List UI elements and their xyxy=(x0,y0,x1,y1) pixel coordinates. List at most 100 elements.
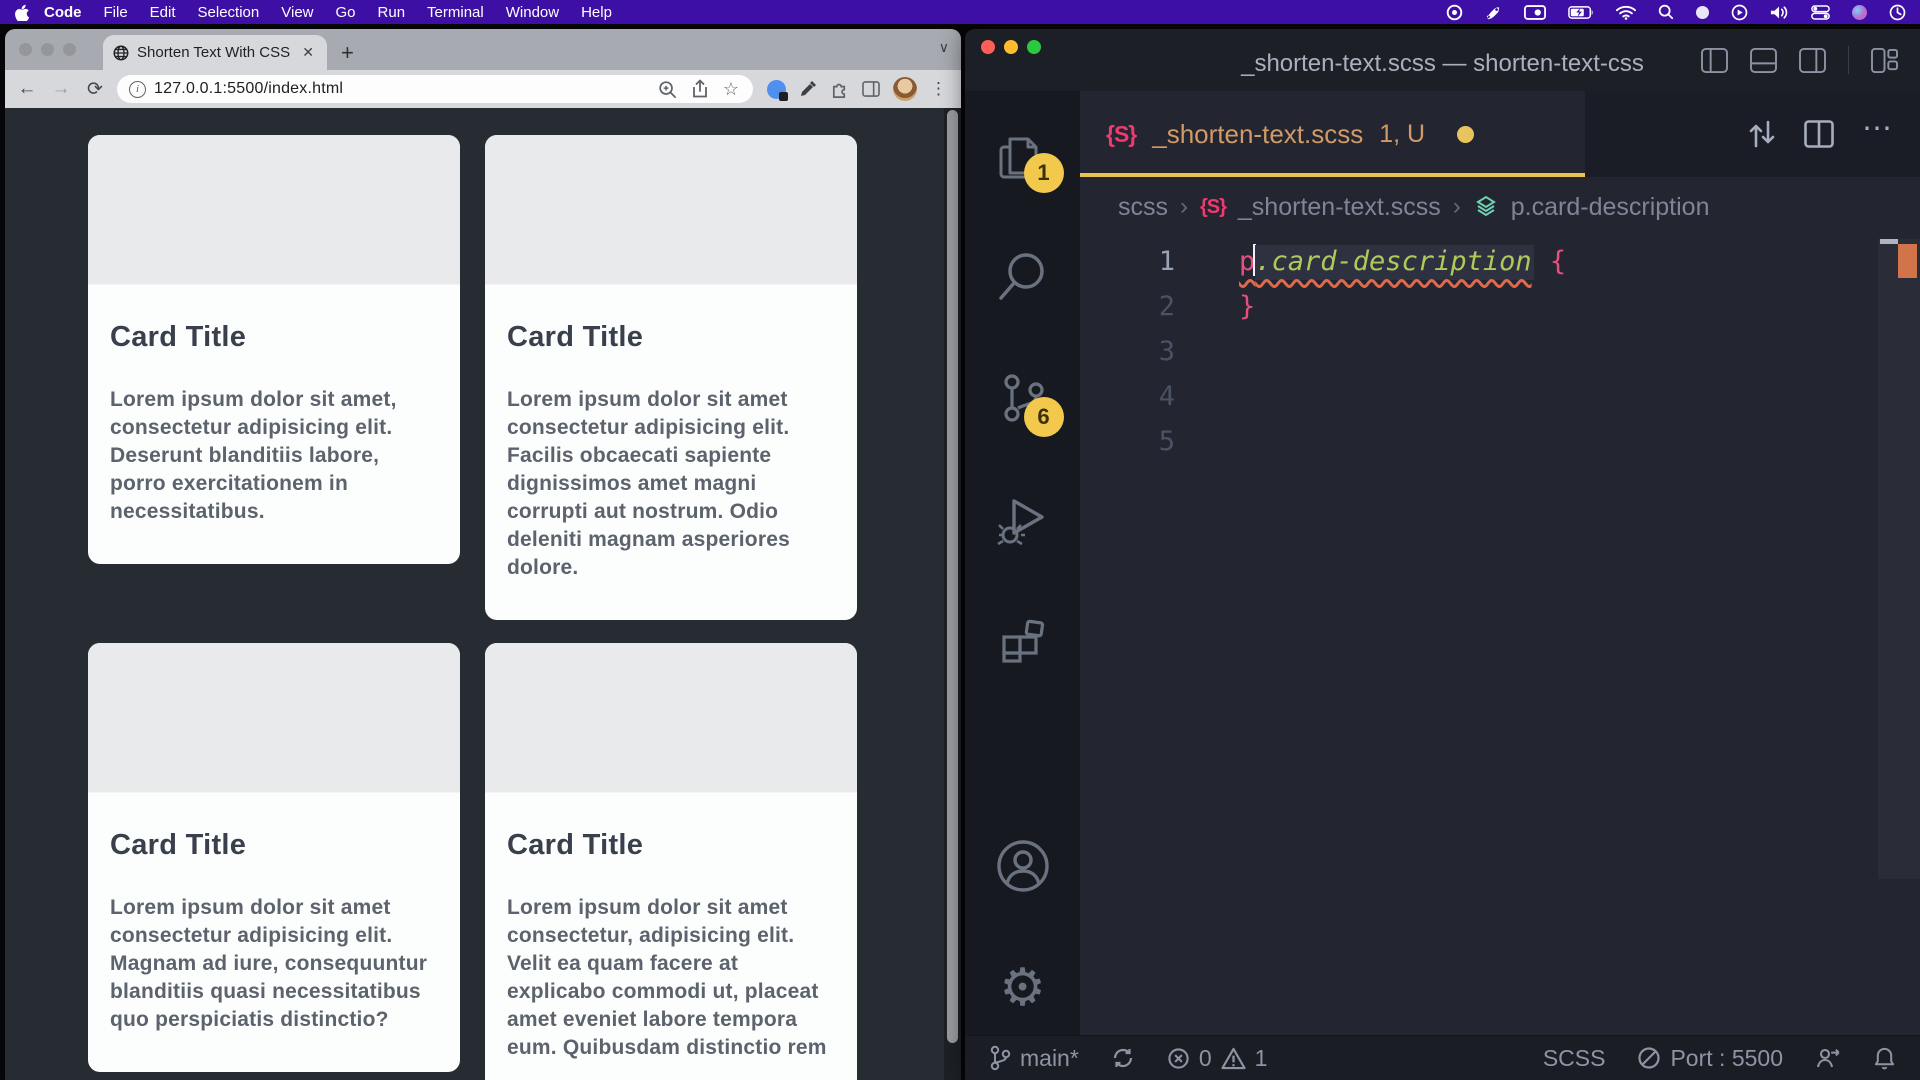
unsaved-changes-dot[interactable] xyxy=(1457,126,1474,143)
menu-item-code[interactable]: Code xyxy=(33,4,93,21)
profile-avatar[interactable] xyxy=(893,77,917,101)
zoom-page-icon[interactable] xyxy=(658,80,677,99)
site-info-icon[interactable]: i xyxy=(129,81,146,98)
control-center-icon[interactable] xyxy=(1811,5,1830,20)
sidebar-item-settings[interactable]: ⚙ xyxy=(994,959,1052,1017)
share-icon[interactable] xyxy=(691,79,709,99)
sidebar-item-search[interactable] xyxy=(994,247,1052,305)
card-2: Card Title Lorem ipsum dolor sit amet co… xyxy=(485,135,857,620)
titlebar-layout-actions xyxy=(1701,29,1898,91)
back-button[interactable]: ← xyxy=(15,78,39,100)
menu-item-view[interactable]: View xyxy=(270,4,324,21)
problems-status[interactable]: 0 1 xyxy=(1167,1045,1268,1072)
wifi-icon[interactable] xyxy=(1616,5,1636,20)
spotlight-search-icon[interactable] xyxy=(1658,4,1674,20)
close-window-button[interactable] xyxy=(19,43,32,56)
browser-window: Shorten Text With CSS ✕ + ∨ ← → ⟳ i 127.… xyxy=(5,29,961,1080)
customize-layout-icon[interactable] xyxy=(1871,48,1898,73)
close-tab-icon[interactable]: ✕ xyxy=(299,44,317,61)
breadcrumb-symbol[interactable]: p.card-description xyxy=(1511,193,1710,222)
notifications-bell-icon[interactable] xyxy=(1873,1046,1896,1071)
menu-item-run[interactable]: Run xyxy=(367,4,417,21)
overview-warning-mark xyxy=(1898,244,1917,278)
code-line-1[interactable]: 1 p.card-description { xyxy=(1080,239,1920,284)
menu-item-go[interactable]: Go xyxy=(325,4,367,21)
sidebar-item-explorer[interactable]: 1 xyxy=(994,125,1052,183)
browser-menu-icon[interactable]: ⋮ xyxy=(930,79,947,99)
clock-icon[interactable] xyxy=(1889,4,1906,21)
code-line-4[interactable]: 4 xyxy=(1080,374,1920,419)
activity-bar: 1 6 ⚙ xyxy=(965,91,1080,1035)
breadcrumb: scss › {S} _shorten-text.scss › p.card-d… xyxy=(1080,177,1920,237)
screen-mirroring-icon[interactable] xyxy=(1524,5,1546,20)
side-panel-icon[interactable] xyxy=(862,81,880,97)
card-3: Card Title Lorem ipsum dolor sit amet co… xyxy=(88,643,460,1072)
sidebar-item-extensions[interactable] xyxy=(994,613,1052,671)
breadcrumb-file[interactable]: _shorten-text.scss xyxy=(1238,193,1441,222)
code-line-2[interactable]: 2 } xyxy=(1080,284,1920,329)
menu-item-terminal[interactable]: Terminal xyxy=(416,4,495,21)
sidebar-item-account[interactable] xyxy=(994,837,1052,895)
menu-item-file[interactable]: File xyxy=(93,4,139,21)
vscode-window: _shorten-text.scss — shorten-text-css 1 … xyxy=(965,29,1920,1080)
play-circle-icon[interactable] xyxy=(1731,4,1748,21)
git-branch-status[interactable]: main* xyxy=(989,1045,1079,1072)
zoom-window-button[interactable] xyxy=(63,43,76,56)
menu-item-selection[interactable]: Selection xyxy=(187,4,271,21)
card-4-image-placeholder xyxy=(485,643,857,793)
source-control-changes-badge: 6 xyxy=(1024,397,1064,437)
language-mode[interactable]: SCSS xyxy=(1543,1045,1606,1072)
open-brace-token: { xyxy=(1534,246,1567,277)
menu-item-help[interactable]: Help xyxy=(570,4,623,21)
page-scrollbar-thumb[interactable] xyxy=(947,110,958,1043)
toggle-primary-sidebar-icon[interactable] xyxy=(1701,48,1728,73)
editor-tab-shorten-text[interactable]: {S} _shorten-text.scss 1, U xyxy=(1080,91,1585,177)
toggle-secondary-sidebar-icon[interactable] xyxy=(1799,48,1826,73)
card-3-description: Lorem ipsum dolor sit amet consectetur a… xyxy=(110,894,438,1034)
code-line-5[interactable]: 5 xyxy=(1080,419,1920,464)
card-3-image-placeholder xyxy=(88,643,460,793)
tab-overview-chevron-icon[interactable]: ∨ xyxy=(939,39,949,56)
record-icon[interactable] xyxy=(1446,4,1463,21)
apple-logo-icon[interactable] xyxy=(14,4,29,21)
address-bar[interactable]: i 127.0.0.1:5500/index.html ☆ xyxy=(117,75,753,103)
do-not-disturb-icon[interactable] xyxy=(1696,6,1709,19)
bookmark-star-icon[interactable]: ☆ xyxy=(723,79,739,100)
reload-button[interactable]: ⟳ xyxy=(83,78,107,101)
siri-icon[interactable] xyxy=(1852,5,1867,20)
tab-filename: _shorten-text.scss xyxy=(1152,119,1363,150)
editor-scrollbar[interactable] xyxy=(1878,239,1920,879)
colorpicker-extension-icon[interactable] xyxy=(799,80,817,98)
toggle-panel-icon[interactable] xyxy=(1750,48,1777,73)
breadcrumb-folder[interactable]: scss xyxy=(1118,193,1168,222)
url-text: 127.0.0.1:5500/index.html xyxy=(154,80,343,98)
password-extension-icon[interactable] xyxy=(767,80,786,99)
sidebar-item-run-debug[interactable] xyxy=(994,491,1052,549)
tab-git-decoration: 1, U xyxy=(1379,120,1425,149)
feedback-button[interactable] xyxy=(1815,1046,1841,1070)
menu-item-window[interactable]: Window xyxy=(495,4,570,21)
selector-class-token: .card-description xyxy=(1255,245,1533,280)
code-line-3[interactable]: 3 xyxy=(1080,329,1920,374)
split-editor-icon[interactable] xyxy=(1804,120,1834,148)
volume-icon[interactable] xyxy=(1770,5,1789,20)
live-server-port[interactable]: Port : 5500 xyxy=(1637,1045,1783,1072)
forward-button[interactable]: → xyxy=(49,78,73,100)
line-number: 3 xyxy=(1080,329,1175,374)
sidebar-item-source-control[interactable]: 6 xyxy=(994,369,1052,427)
menu-item-edit[interactable]: Edit xyxy=(139,4,187,21)
browser-tab[interactable]: Shorten Text With CSS ✕ xyxy=(103,35,327,70)
extensions-puzzle-icon[interactable] xyxy=(830,80,849,99)
more-actions-icon[interactable]: ⋯ xyxy=(1862,129,1894,139)
page-content: Card Title Lorem ipsum dolor sit amet, c… xyxy=(5,108,961,1080)
sync-changes-button[interactable] xyxy=(1111,1046,1135,1070)
close-brace-token: } xyxy=(1175,284,1255,329)
titlebar-separator xyxy=(1848,46,1849,74)
open-changes-icon[interactable] xyxy=(1748,118,1776,150)
battery-icon[interactable] xyxy=(1568,6,1594,19)
minimize-window-button[interactable] xyxy=(41,43,54,56)
page-scrollbar[interactable] xyxy=(944,108,961,1080)
code-editor[interactable]: 1 p.card-description { 2 } 3 4 5 xyxy=(1080,237,1920,1035)
rocket-icon[interactable] xyxy=(1485,4,1502,21)
new-tab-button[interactable]: + xyxy=(341,40,354,70)
